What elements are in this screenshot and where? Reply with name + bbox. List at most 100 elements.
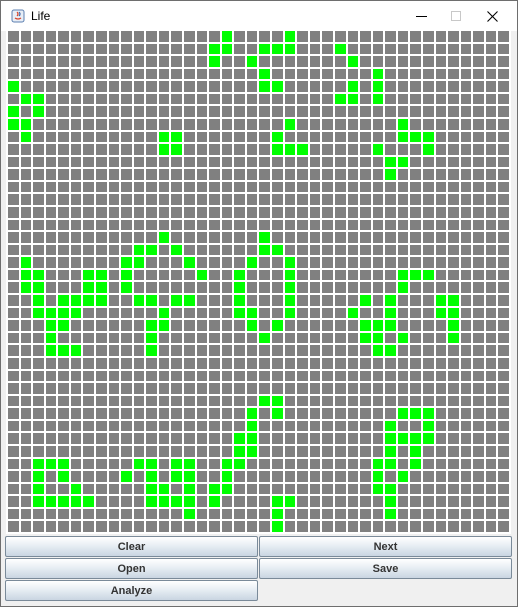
cell-dead[interactable] [158,219,170,231]
cell-dead[interactable] [246,207,258,218]
cell-dead[interactable] [435,194,447,206]
cell-dead[interactable] [96,307,107,319]
cell-dead[interactable] [360,181,371,193]
cell-dead[interactable] [334,181,346,193]
cell-dead[interactable] [158,56,170,67]
cell-dead[interactable] [498,68,509,80]
cell-dead[interactable] [460,81,472,92]
cell-dead[interactable] [347,320,359,331]
cell-dead[interactable] [498,521,509,532]
cell-dead[interactable] [83,144,95,155]
cell-dead[interactable] [259,357,271,369]
cell-dead[interactable] [385,357,396,369]
cell-dead[interactable] [8,295,19,306]
cell-dead[interactable] [246,496,258,507]
cell-dead[interactable] [33,68,44,80]
cell-dead[interactable] [8,56,19,67]
cell-dead[interactable] [473,207,484,218]
cell-dead[interactable] [347,244,359,256]
cell-dead[interactable] [272,194,283,206]
cell-dead[interactable] [435,56,447,67]
cell-alive[interactable] [33,483,44,495]
cell-dead[interactable] [196,420,208,432]
cell-dead[interactable] [297,207,308,218]
cell-dead[interactable] [70,181,82,193]
cell-dead[interactable] [309,483,321,495]
cell-dead[interactable] [146,383,157,394]
cell-dead[interactable] [498,232,509,243]
cell-dead[interactable] [448,370,459,382]
cell-dead[interactable] [70,31,82,42]
cell-dead[interactable] [347,521,359,532]
cell-dead[interactable] [334,119,346,130]
cell-dead[interactable] [397,395,409,407]
cell-dead[interactable] [234,219,245,231]
cell-dead[interactable] [184,521,195,532]
cell-dead[interactable] [473,169,484,180]
cell-alive[interactable] [259,395,271,407]
cell-alive[interactable] [158,496,170,507]
cell-dead[interactable] [322,131,333,143]
cell-dead[interactable] [259,483,271,495]
cell-alive[interactable] [284,307,296,319]
cell-alive[interactable] [33,458,44,470]
cell-dead[interactable] [372,357,384,369]
cell-dead[interactable] [96,458,107,470]
cell-dead[interactable] [108,144,120,155]
cell-dead[interactable] [70,169,82,180]
cell-dead[interactable] [435,81,447,92]
cell-alive[interactable] [246,257,258,268]
cell-dead[interactable] [385,383,396,394]
cell-alive[interactable] [20,119,32,130]
cell-alive[interactable] [96,269,107,281]
cell-dead[interactable] [20,144,32,155]
cell-dead[interactable] [70,420,82,432]
cell-dead[interactable] [498,307,509,319]
cell-dead[interactable] [184,244,195,256]
cell-dead[interactable] [347,119,359,130]
cell-dead[interactable] [108,445,120,457]
cell-dead[interactable] [45,282,57,294]
cell-dead[interactable] [121,81,132,92]
cell-dead[interactable] [196,244,208,256]
cell-dead[interactable] [259,207,271,218]
cell-dead[interactable] [259,521,271,532]
cell-dead[interactable] [372,232,384,243]
cell-dead[interactable] [460,244,472,256]
cell-dead[interactable] [146,106,157,118]
cell-dead[interactable] [259,219,271,231]
cell-dead[interactable] [448,471,459,482]
cell-dead[interactable] [209,307,220,319]
cell-dead[interactable] [473,471,484,482]
cell-dead[interactable] [309,232,321,243]
cell-dead[interactable] [259,119,271,130]
cell-dead[interactable] [297,508,308,520]
cell-dead[interactable] [33,320,44,331]
cell-dead[interactable] [234,345,245,356]
cell-dead[interactable] [20,232,32,243]
cell-dead[interactable] [146,307,157,319]
cell-dead[interactable] [448,269,459,281]
cell-dead[interactable] [410,244,421,256]
cell-dead[interactable] [309,131,321,143]
cell-dead[interactable] [209,332,220,344]
cell-dead[interactable] [20,332,32,344]
cell-dead[interactable] [146,207,157,218]
cell-dead[interactable] [246,332,258,344]
cell-dead[interactable] [448,93,459,105]
cell-dead[interactable] [422,156,434,168]
cell-dead[interactable] [221,131,233,143]
cell-dead[interactable] [246,244,258,256]
cell-dead[interactable] [184,420,195,432]
cell-dead[interactable] [133,232,145,243]
cell-alive[interactable] [58,496,69,507]
cell-dead[interactable] [234,521,245,532]
cell-dead[interactable] [8,471,19,482]
cell-dead[interactable] [322,81,333,92]
cell-dead[interactable] [435,31,447,42]
cell-alive[interactable] [58,320,69,331]
cell-dead[interactable] [45,445,57,457]
cell-alive[interactable] [259,232,271,243]
cell-alive[interactable] [272,144,283,155]
cell-dead[interactable] [96,357,107,369]
